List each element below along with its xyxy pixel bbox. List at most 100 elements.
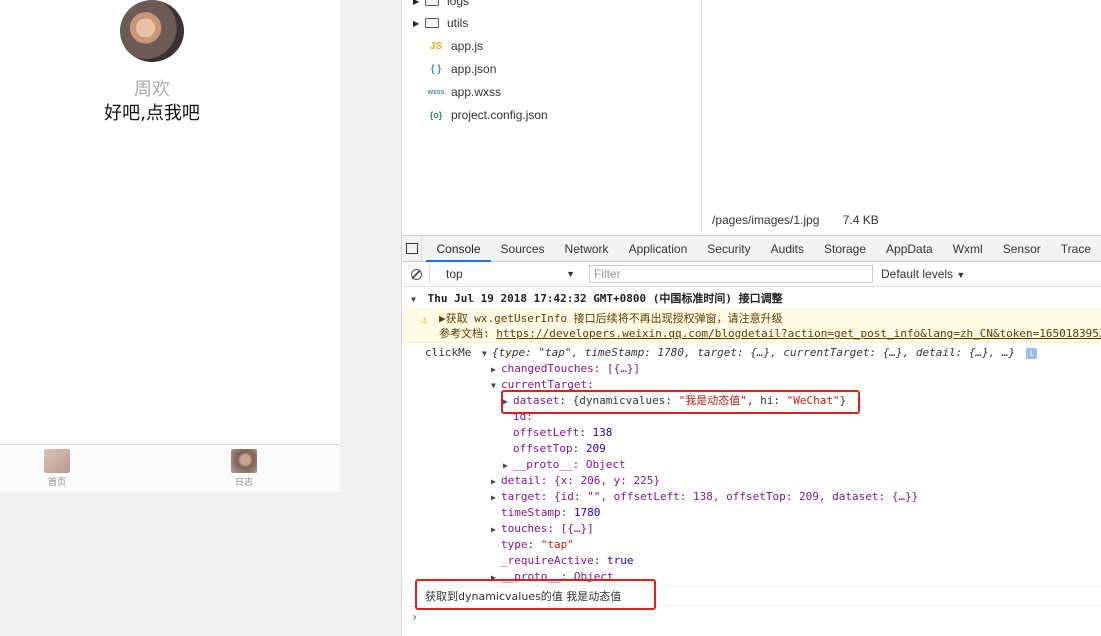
tree-item-app-json[interactable]: { } app.json: [425, 59, 497, 79]
prop-require-active: _requireActive: true: [501, 554, 634, 567]
expand-arrow-icon[interactable]: ▶: [491, 474, 501, 490]
tree-item-utils[interactable]: ▶ utils: [413, 13, 468, 33]
tab-sources[interactable]: Sources: [491, 236, 555, 262]
tab-log-label: 日志: [234, 478, 253, 488]
folder-icon: [425, 18, 439, 28]
tab-home[interactable]: 首页: [27, 449, 87, 488]
tab-appdata[interactable]: AppData: [876, 236, 943, 262]
tab-network[interactable]: Network: [555, 236, 619, 262]
warning-doc-line: 参考文档: https://developers.weixin.qq.com/b…: [439, 326, 1101, 342]
folder-icon: [425, 0, 439, 6]
click-me-text[interactable]: 好吧,点我吧: [0, 99, 304, 125]
expand-arrow-icon[interactable]: ▶: [413, 19, 425, 28]
tab-storage[interactable]: Storage: [814, 236, 876, 262]
warning-doc-link[interactable]: https://developers.weixin.qq.com/blogdet…: [496, 327, 1101, 340]
highlight-box-dataset: [501, 390, 860, 414]
tree-item-label: app.wxss: [451, 85, 502, 99]
collapse-arrow-icon[interactable]: ▼: [491, 378, 501, 394]
preview-info: /pages/images/1.jpg 7.4 KB: [712, 213, 899, 227]
prop-number: 138: [592, 426, 613, 439]
tab-console[interactable]: Console: [426, 236, 491, 262]
nickname-text: 周欢: [134, 79, 170, 100]
console-output: ▼ Thu Jul 19 2018 17:42:32 GMT+0800 (中国标…: [403, 288, 1101, 636]
log-thumbnail-icon: [231, 449, 257, 473]
dropdown-arrow-icon: ▼: [956, 270, 966, 280]
filter-input[interactable]: Filter: [589, 265, 873, 283]
console-prompt[interactable]: ›: [411, 610, 418, 624]
file-preview: /pages/images/1.jpg 7.4 KB: [701, 0, 1101, 234]
prop-text: target: {id: "", offsetLeft: 138, offset…: [501, 490, 919, 503]
tab-bar: 首页 日志: [0, 444, 340, 492]
tree-item-label: utils: [447, 16, 469, 30]
prop-target[interactable]: ▶ target: {id: "", offsetLeft: 138, offse…: [491, 489, 918, 506]
prop-proto[interactable]: ▶ __proto__: Object: [503, 457, 626, 474]
config-file-icon: {o}: [429, 110, 443, 120]
prop-text: touches: [{…}]: [501, 522, 594, 535]
tree-item-label: app.js: [451, 39, 484, 53]
tab-trace[interactable]: Trace: [1051, 236, 1101, 262]
prop-string: "tap": [540, 538, 574, 551]
tab-audits[interactable]: Audits: [761, 236, 814, 262]
tree-item-app-wxss[interactable]: wxss app.wxss: [425, 82, 501, 102]
collapse-arrow-icon[interactable]: ▼: [482, 346, 492, 362]
levels-select[interactable]: Default levels ▼: [881, 267, 965, 281]
prop-touches[interactable]: ▶ touches: [{…}]: [491, 521, 594, 538]
warning-icon: ⚠: [421, 313, 428, 326]
tab-application[interactable]: Application: [619, 236, 698, 262]
group-header-text: Thu Jul 19 2018 17:42:32 GMT+0800 (中国标准时…: [427, 292, 783, 305]
file-tree: ▶ logs ▶ utils JS app.js { } app.json wx…: [403, 0, 701, 234]
warning-doc-prefix: 参考文档:: [439, 327, 497, 340]
prop-text: changedTouches: [{…}]: [501, 362, 641, 375]
simulator-screen: 周欢 好吧,点我吧 首页 日志: [0, 0, 340, 492]
log-entry-clickme[interactable]: clickMe ▼ {type: "tap", timeStamp: 1780, …: [425, 345, 1037, 362]
tab-sensor[interactable]: Sensor: [993, 236, 1051, 262]
tab-home-label: 首页: [47, 478, 66, 488]
tab-security[interactable]: Security: [697, 236, 760, 262]
tree-item-logs[interactable]: ▶ logs: [413, 0, 469, 11]
warning-text: ▶获取 wx.getUserInfo 接口后续将不再出现授权弹窗，请注意升级: [439, 312, 783, 325]
dropdown-arrow-icon: ▼: [566, 269, 575, 279]
prop-number: true: [606, 554, 634, 567]
prop-detail[interactable]: ▶ detail: {x: 206, y: 225}: [491, 473, 660, 490]
inspect-element-icon[interactable]: [403, 235, 423, 262]
panel-gutter: [340, 0, 402, 636]
prop-offset-left: offsetLeft: 138: [513, 426, 613, 439]
context-value: top: [446, 267, 463, 281]
prop-key: _requireActive: [501, 554, 594, 567]
tab-log[interactable]: 日志: [214, 449, 274, 488]
levels-label: Default levels: [881, 267, 954, 281]
js-file-icon: JS: [429, 40, 443, 52]
expand-arrow-icon[interactable]: ▶: [413, 0, 425, 6]
highlight-box-result: [415, 579, 656, 610]
json-file-icon: { }: [430, 63, 442, 75]
prop-number: 1780: [573, 506, 601, 519]
wxss-file-icon: wxss: [427, 88, 445, 96]
collapse-arrow-icon[interactable]: ▼: [411, 292, 421, 308]
expand-arrow-icon[interactable]: ▶: [491, 490, 501, 506]
console-toolbar: top ▼ Filter Default levels ▼: [403, 262, 1101, 287]
avatar: [120, 0, 184, 62]
expand-arrow-icon[interactable]: ▶: [491, 522, 501, 538]
tree-item-project-config[interactable]: {o} project.config.json: [425, 105, 548, 125]
prop-key: type: [501, 538, 528, 551]
tree-item-app-js[interactable]: JS app.js: [425, 36, 483, 56]
context-select[interactable]: top ▼: [429, 265, 579, 283]
tab-wxml[interactable]: Wxml: [943, 236, 993, 262]
prop-key: timeStamp: [501, 506, 561, 519]
log-label: clickMe: [425, 346, 472, 359]
prop-changed-touches[interactable]: ▶ changedTouches: [{…}]: [491, 361, 640, 378]
prop-offset-top: offsetTop: 209: [513, 442, 606, 455]
expand-arrow-icon[interactable]: ▶: [503, 458, 513, 474]
prop-text: __proto__: Object: [513, 458, 626, 471]
info-icon[interactable]: i: [1025, 348, 1037, 359]
expand-arrow-icon[interactable]: ▶: [491, 362, 501, 378]
clear-console-icon[interactable]: [403, 268, 429, 280]
tree-item-label: logs: [447, 0, 470, 8]
preview-path: /pages/images/1.jpg: [712, 213, 820, 227]
prop-number: 209: [585, 442, 606, 455]
prop-timestamp: timeStamp: 1780: [501, 506, 601, 519]
console-warning: ⚠ ▶获取 wx.getUserInfo 接口后续将不再出现授权弹窗，请注意升级…: [403, 309, 1101, 343]
console-group-header[interactable]: ▼ Thu Jul 19 2018 17:42:32 GMT+0800 (中国标…: [411, 291, 783, 308]
prop-type: type: "tap": [501, 538, 574, 551]
home-thumbnail-icon: [44, 449, 70, 473]
